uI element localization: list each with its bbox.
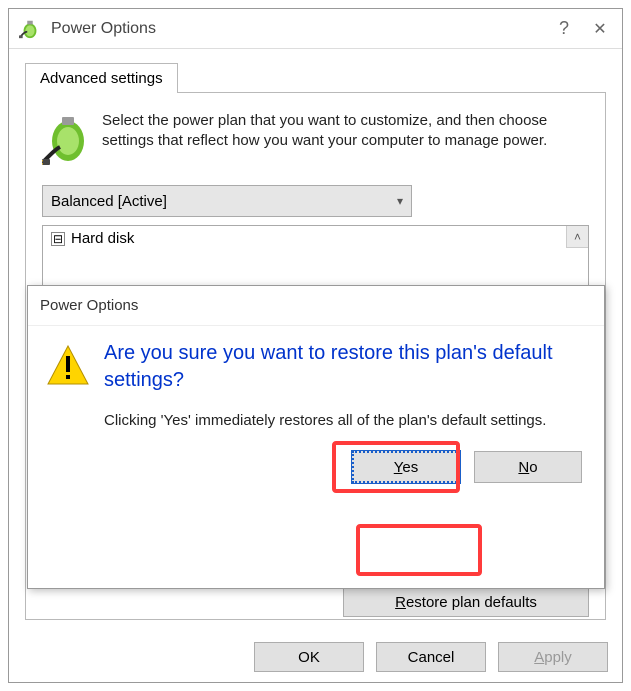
power-plan-select[interactable]: Balanced [Active] ▾ — [42, 185, 412, 217]
scroll-up-icon[interactable]: ˄ — [566, 226, 588, 248]
titlebar: Power Options ? ✕ — [9, 9, 622, 49]
tree-collapse-icon[interactable]: ⊟ — [51, 232, 65, 246]
help-button[interactable]: ? — [546, 14, 582, 44]
power-options-app-icon — [19, 18, 41, 40]
intro-text: Select the power plan that you want to c… — [102, 111, 589, 167]
ok-button[interactable]: OK — [254, 642, 364, 672]
intro-row: Select the power plan that you want to c… — [42, 111, 589, 167]
cancel-button[interactable]: Cancel — [376, 642, 486, 672]
apply-button: Apply — [498, 642, 608, 672]
restore-plan-defaults-button[interactable]: Restore plan defaults — [343, 587, 589, 617]
dialog-heading: Are you sure you want to restore this pl… — [104, 340, 586, 394]
power-plan-value: Balanced [Active] — [51, 193, 167, 210]
dialog-body: Are you sure you want to restore this pl… — [28, 326, 604, 588]
window-footer: OK Cancel Apply — [9, 632, 622, 682]
yes-button[interactable]: Yes — [352, 451, 460, 483]
dialog-button-row: Yes No — [46, 451, 586, 495]
no-button[interactable]: No — [474, 451, 582, 483]
tab-advanced-settings[interactable]: Advanced settings — [25, 63, 178, 93]
dialog-title: Power Options — [28, 286, 604, 326]
window-content: Advanced settings — [9, 49, 622, 632]
tree-item-label: Hard disk — [71, 230, 134, 247]
close-button[interactable]: ✕ — [582, 14, 618, 44]
confirm-restore-dialog: Power Options Are you sure you want to r… — [27, 285, 605, 589]
dialog-text: Clicking 'Yes' immediately restores all … — [104, 410, 586, 431]
tab-strip: Advanced settings — [25, 63, 606, 93]
chevron-down-icon: ▾ — [397, 194, 403, 208]
power-options-window: Power Options ? ✕ Advanced settings — [8, 8, 623, 683]
warning-icon — [46, 344, 90, 388]
window-title: Power Options — [51, 20, 546, 38]
tree-item-hard-disk[interactable]: ⊟ Hard disk — [43, 226, 588, 251]
battery-icon — [42, 111, 90, 167]
